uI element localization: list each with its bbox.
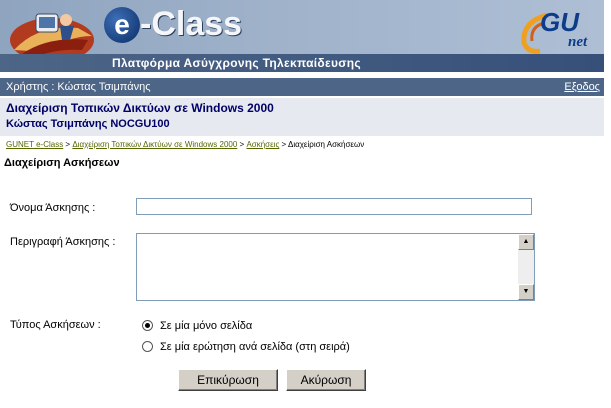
breadcrumb-link-home[interactable]: GUNET e-Class <box>6 140 63 149</box>
type-one-per-page-radio[interactable] <box>142 341 153 352</box>
type-one-per-page-label: Σε μία ερώτηση ανά σελίδα (στη σειρά) <box>160 341 350 353</box>
exercise-type-label: Τύπος Ασκήσεων : <box>10 319 101 331</box>
gunet-logo: GU net <box>518 7 600 59</box>
gunet-logo-net: net <box>568 34 588 50</box>
breadcrumb-separator: > <box>279 140 288 149</box>
eclass-logo-text: -Class <box>140 5 243 43</box>
platform-title: Πλατφόρμα Ασύγχρονης Τηλεκπαίδευσης <box>112 56 361 70</box>
eclass-logo-circle: e <box>104 7 140 43</box>
header-banner: e -Class GU net Πλατφόρμα Ασύγχρονης Τηλ… <box>0 0 604 72</box>
scroll-up-icon[interactable]: ▲ <box>518 234 534 250</box>
course-title: Διαχείριση Τοπικών Δικτύων σε Windows 20… <box>6 101 274 115</box>
user-bar: Χρήστης : Κώστας Τσιμπάνης Εξοδος <box>0 78 604 96</box>
page-title: Διαχείριση Ασκήσεων <box>4 157 120 169</box>
breadcrumb-link-exercises[interactable]: Ασκήσεις <box>246 140 279 149</box>
exercise-description-textarea[interactable]: ▲ ▼ <box>136 233 535 301</box>
exercise-name-input[interactable] <box>136 198 532 215</box>
breadcrumb-current: Διαχείριση Ασκήσεων <box>287 140 365 149</box>
breadcrumb: GUNET e-Class > Διαχείριση Τοπικών Δικτύ… <box>6 140 364 149</box>
description-scrollbar[interactable]: ▲ ▼ <box>518 234 534 300</box>
user-label: Χρήστης : Κώστας Τσιμπάνης <box>6 81 151 93</box>
course-info: Κώστας Τσιμπάνης NOCGU100 <box>6 118 170 130</box>
cancel-button[interactable]: Ακύρωση <box>286 369 366 391</box>
logout-link[interactable]: Εξοδος <box>564 81 600 93</box>
exercise-name-label: Όνομα Άσκησης : <box>10 202 96 214</box>
breadcrumb-link-course[interactable]: Διαχείριση Τοπικών Δικτύων σε Windows 20… <box>72 140 237 149</box>
exercise-description-label: Περιγραφή Άσκησης : <box>10 236 116 248</box>
course-header: Διαχείριση Τοπικών Δικτύων σε Windows 20… <box>0 98 604 136</box>
eclass-logo-e: e <box>114 9 130 40</box>
breadcrumb-separator: > <box>63 140 73 149</box>
type-single-page-label: Σε μία μόνο σελίδα <box>160 320 253 332</box>
type-single-page-radio[interactable] <box>142 320 153 331</box>
scroll-down-icon[interactable]: ▼ <box>518 284 534 300</box>
submit-button[interactable]: Επικύρωση <box>178 369 278 391</box>
